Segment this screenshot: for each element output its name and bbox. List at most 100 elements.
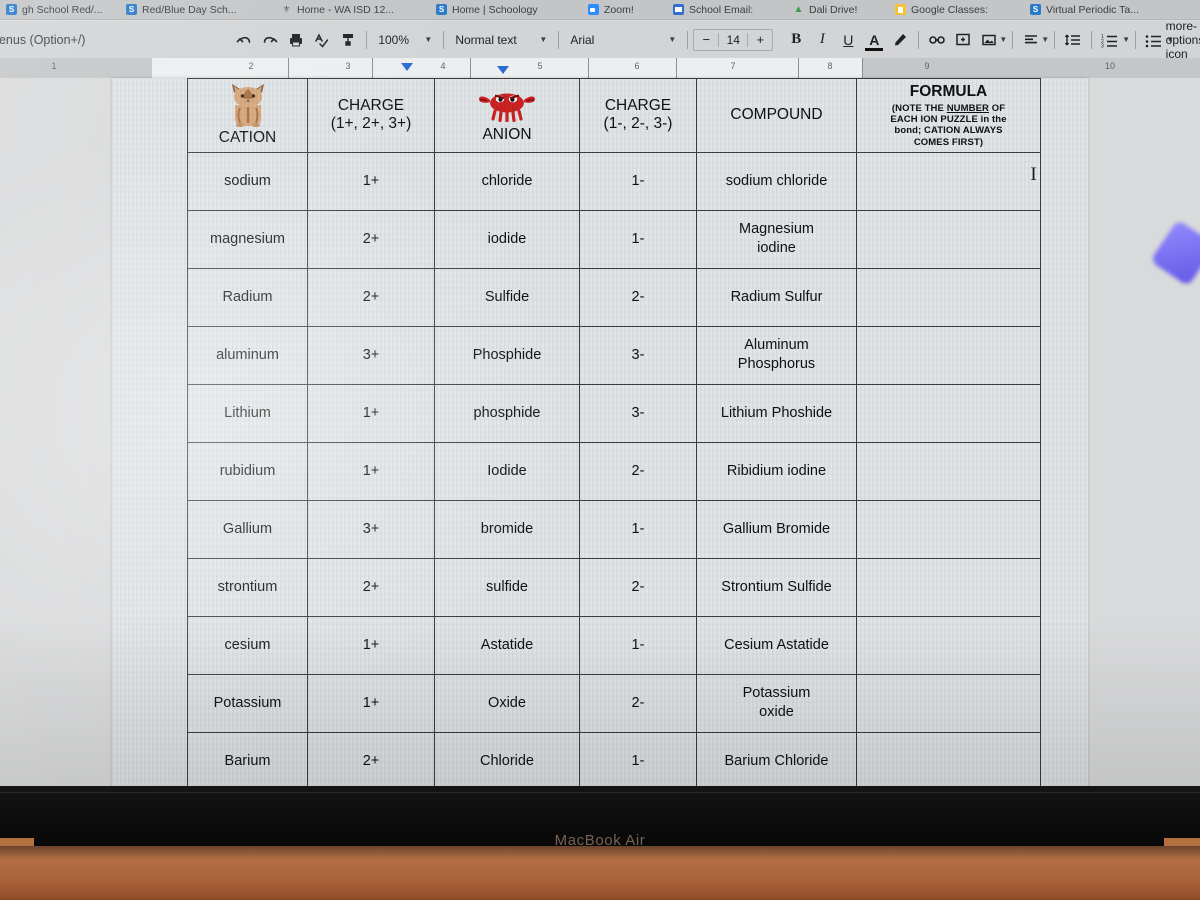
- cell-anion[interactable]: Astatide: [434, 615, 580, 675]
- browser-tab[interactable]: Zoom!: [582, 0, 667, 19]
- cell-anion-charge[interactable]: 3-: [579, 383, 697, 443]
- cell-compound[interactable]: Cesium Astatide: [696, 615, 857, 675]
- cell-cation-charge[interactable]: 1+: [307, 615, 435, 675]
- paragraph-style-dropdown[interactable]: Normal text ▼: [449, 28, 553, 52]
- cell-formula[interactable]: [856, 441, 1041, 501]
- browser-tab[interactable]: gh School Red/...: [0, 0, 120, 19]
- cell-formula[interactable]: [856, 151, 1041, 211]
- cell-formula[interactable]: [856, 731, 1041, 791]
- document-ruler[interactable]: 1 2 3 4 5 6 7 8 9 10: [0, 58, 1200, 78]
- cell-cation[interactable]: strontium: [187, 557, 308, 617]
- cell-anion[interactable]: iodide: [434, 209, 580, 269]
- browser-tab[interactable]: Home - WA ISD 12...: [275, 0, 430, 19]
- font-size-value[interactable]: 14: [718, 32, 749, 47]
- cell-anion-charge[interactable]: 1-: [579, 615, 697, 675]
- cell-anion[interactable]: chloride: [434, 151, 580, 211]
- ion-compound-table[interactable]: CATION CHARGE (1+, 2+, 3+) ANION CHARGE …: [187, 78, 1041, 791]
- cell-cation-charge[interactable]: 1+: [307, 151, 435, 211]
- cell-compound[interactable]: Lithium Phoshide: [696, 383, 857, 443]
- redo-icon[interactable]: [257, 27, 283, 53]
- cell-anion-charge[interactable]: 2-: [579, 673, 697, 733]
- cell-anion-charge[interactable]: 1-: [579, 151, 697, 211]
- browser-tab[interactable]: Google Classes:: [889, 0, 1024, 19]
- text-color-button[interactable]: A: [861, 27, 887, 53]
- cell-cation[interactable]: Potassium: [187, 673, 308, 733]
- cell-cation[interactable]: sodium: [187, 151, 308, 211]
- cell-cation[interactable]: Barium: [187, 731, 308, 791]
- browser-tab[interactable]: Dali Drive!: [787, 0, 889, 19]
- cell-cation[interactable]: Radium: [187, 267, 308, 327]
- cell-anion-charge[interactable]: 3-: [579, 325, 697, 385]
- cell-cation-charge[interactable]: 1+: [307, 673, 435, 733]
- table-row[interactable]: strontium 2+ sulfide 2- Strontium Sulfide: [187, 557, 1041, 617]
- font-size-increase-button[interactable]: +: [748, 32, 772, 47]
- table-row[interactable]: aluminum 3+ Phosphide 3- Aluminum Phosphorus: [187, 325, 1041, 385]
- cell-anion[interactable]: Iodide: [434, 441, 580, 501]
- table-row[interactable]: rubidium 1+ Iodide 2- Ribidium iodine: [187, 441, 1041, 501]
- cell-anion[interactable]: Sulfide: [434, 267, 580, 327]
- cell-anion-charge[interactable]: 2-: [579, 267, 697, 327]
- zoom-level-dropdown[interactable]: 100% ▼: [372, 28, 438, 52]
- cell-cation[interactable]: aluminum: [187, 325, 308, 385]
- cell-cation-charge[interactable]: 3+: [307, 499, 435, 559]
- cell-compound[interactable]: Aluminum Phosphorus: [696, 325, 857, 385]
- table-row[interactable]: Barium 2+ Chloride 1- Barium Chloride: [187, 731, 1041, 791]
- cell-cation-charge[interactable]: 1+: [307, 383, 435, 443]
- cell-anion-charge[interactable]: 2-: [579, 441, 697, 501]
- cell-compound[interactable]: Strontium Sulfide: [696, 557, 857, 617]
- table-row[interactable]: Radium 2+ Sulfide 2- Radium Sulfur: [187, 267, 1041, 327]
- table-row[interactable]: sodium 1+ chloride 1- sodium chloride: [187, 151, 1041, 211]
- cell-cation-charge[interactable]: 2+: [307, 209, 435, 269]
- cell-cation-charge[interactable]: 2+: [307, 731, 435, 791]
- cell-formula[interactable]: [856, 383, 1041, 443]
- spellcheck-icon[interactable]: [309, 27, 335, 53]
- chevron-down-icon[interactable]: ▼: [1122, 35, 1130, 44]
- cell-compound[interactable]: Magnesium iodine: [696, 209, 857, 269]
- undo-icon[interactable]: [231, 27, 257, 53]
- link-icon[interactable]: [924, 27, 950, 53]
- cell-formula[interactable]: [856, 325, 1041, 385]
- cell-anion[interactable]: Chloride: [434, 731, 580, 791]
- cell-formula[interactable]: [856, 615, 1041, 675]
- cell-formula[interactable]: [856, 499, 1041, 559]
- document-page[interactable]: CATION CHARGE (1+, 2+, 3+) ANION CHARGE …: [112, 78, 1088, 793]
- line-spacing-icon[interactable]: [1060, 27, 1086, 53]
- cell-cation[interactable]: Gallium: [187, 499, 308, 559]
- cell-anion[interactable]: phosphide: [434, 383, 580, 443]
- bulleted-list-icon[interactable]: [1141, 27, 1167, 53]
- cell-cation[interactable]: rubidium: [187, 441, 308, 501]
- chevron-down-icon[interactable]: ▼: [999, 35, 1007, 44]
- cell-anion[interactable]: sulfide: [434, 557, 580, 617]
- numbered-list-icon[interactable]: 123: [1097, 27, 1123, 53]
- cell-compound[interactable]: Gallium Bromide: [696, 499, 857, 559]
- ruler-indent-marker[interactable]: [497, 66, 509, 74]
- cell-compound[interactable]: Radium Sulfur: [696, 267, 857, 327]
- print-icon[interactable]: [283, 27, 309, 53]
- cell-cation[interactable]: Lithium: [187, 383, 308, 443]
- cell-cation-charge[interactable]: 3+: [307, 325, 435, 385]
- ruler-indent-marker[interactable]: [401, 63, 413, 71]
- table-row[interactable]: Potassium 1+ Oxide 2- Potassium oxide: [187, 673, 1041, 733]
- cell-compound[interactable]: sodium chloride: [696, 151, 857, 211]
- cell-compound[interactable]: Barium Chloride: [696, 731, 857, 791]
- underline-button[interactable]: U: [835, 27, 861, 53]
- cell-cation[interactable]: magnesium: [187, 209, 308, 269]
- add-comment-icon[interactable]: [950, 27, 976, 53]
- paint-format-icon[interactable]: [335, 27, 361, 53]
- font-size-stepper[interactable]: − 14 +: [693, 28, 774, 51]
- table-row[interactable]: cesium 1+ Astatide 1- Cesium Astatide: [187, 615, 1041, 675]
- cell-formula[interactable]: [856, 209, 1041, 269]
- table-row[interactable]: Gallium 3+ bromide 1- Gallium Bromide: [187, 499, 1041, 559]
- bold-button[interactable]: B: [783, 27, 809, 53]
- font-family-dropdown[interactable]: Arial ▼: [564, 28, 682, 52]
- cell-formula[interactable]: [856, 673, 1041, 733]
- italic-button[interactable]: I: [809, 27, 835, 53]
- cell-formula[interactable]: [856, 267, 1041, 327]
- cell-anion-charge[interactable]: 1-: [579, 209, 697, 269]
- cell-cation-charge[interactable]: 2+: [307, 557, 435, 617]
- cell-anion[interactable]: Phosphide: [434, 325, 580, 385]
- browser-tab[interactable]: School Email:: [667, 0, 787, 19]
- chevron-down-icon[interactable]: ▼: [1041, 35, 1049, 44]
- browser-tab[interactable]: Red/Blue Day Sch...: [120, 0, 275, 19]
- cell-anion-charge[interactable]: 1-: [579, 731, 697, 791]
